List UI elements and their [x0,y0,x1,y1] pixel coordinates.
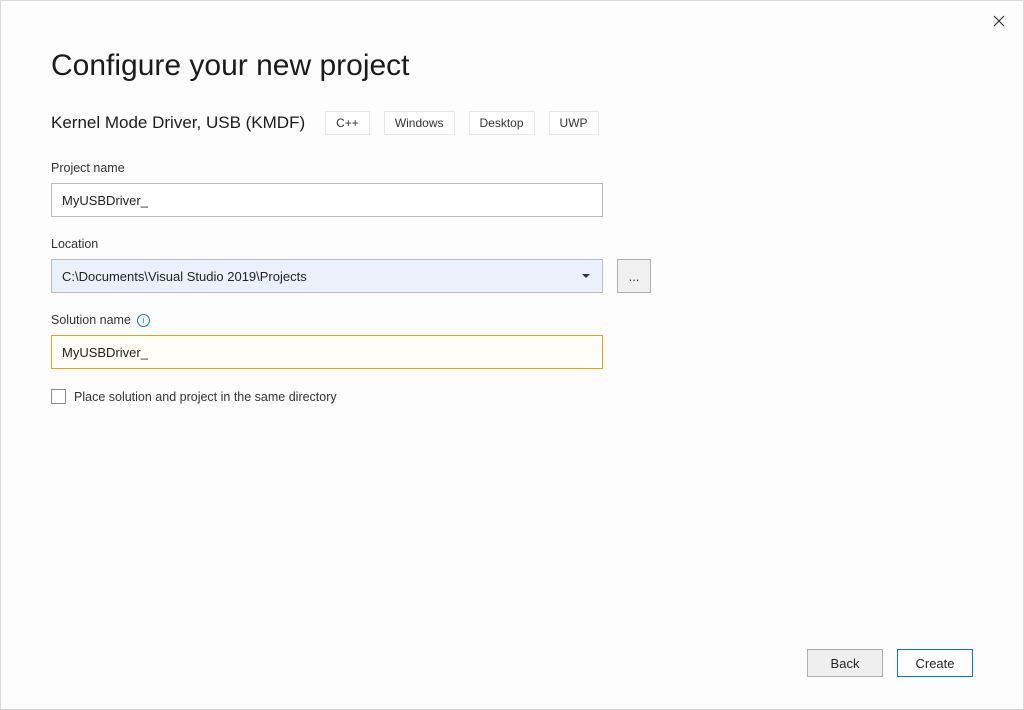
same-directory-checkbox[interactable] [51,389,66,404]
create-button[interactable]: Create [897,649,973,677]
project-name-input[interactable] [51,183,603,217]
close-icon[interactable] [989,11,1009,31]
page-title: Configure your new project [51,49,973,83]
template-name: Kernel Mode Driver, USB (KMDF) [51,113,305,133]
location-label: Location [51,237,973,251]
tag-desktop: Desktop [469,111,535,135]
browse-button[interactable]: ... [617,259,651,293]
project-name-label: Project name [51,161,973,175]
tag-windows: Windows [384,111,455,135]
tag-cpp: C++ [325,111,370,135]
same-directory-label: Place solution and project in the same d… [74,390,337,404]
tag-uwp: UWP [549,111,599,135]
back-button[interactable]: Back [807,649,883,677]
template-info-row: Kernel Mode Driver, USB (KMDF) C++ Windo… [51,111,973,135]
location-combobox[interactable]: C:\Documents\Visual Studio 2019\Projects [51,259,603,293]
solution-name-input[interactable] [51,335,603,369]
chevron-down-icon [582,274,590,278]
info-icon[interactable]: i [137,314,150,327]
solution-name-label: Solution name [51,313,131,327]
location-value: C:\Documents\Visual Studio 2019\Projects [62,269,582,284]
